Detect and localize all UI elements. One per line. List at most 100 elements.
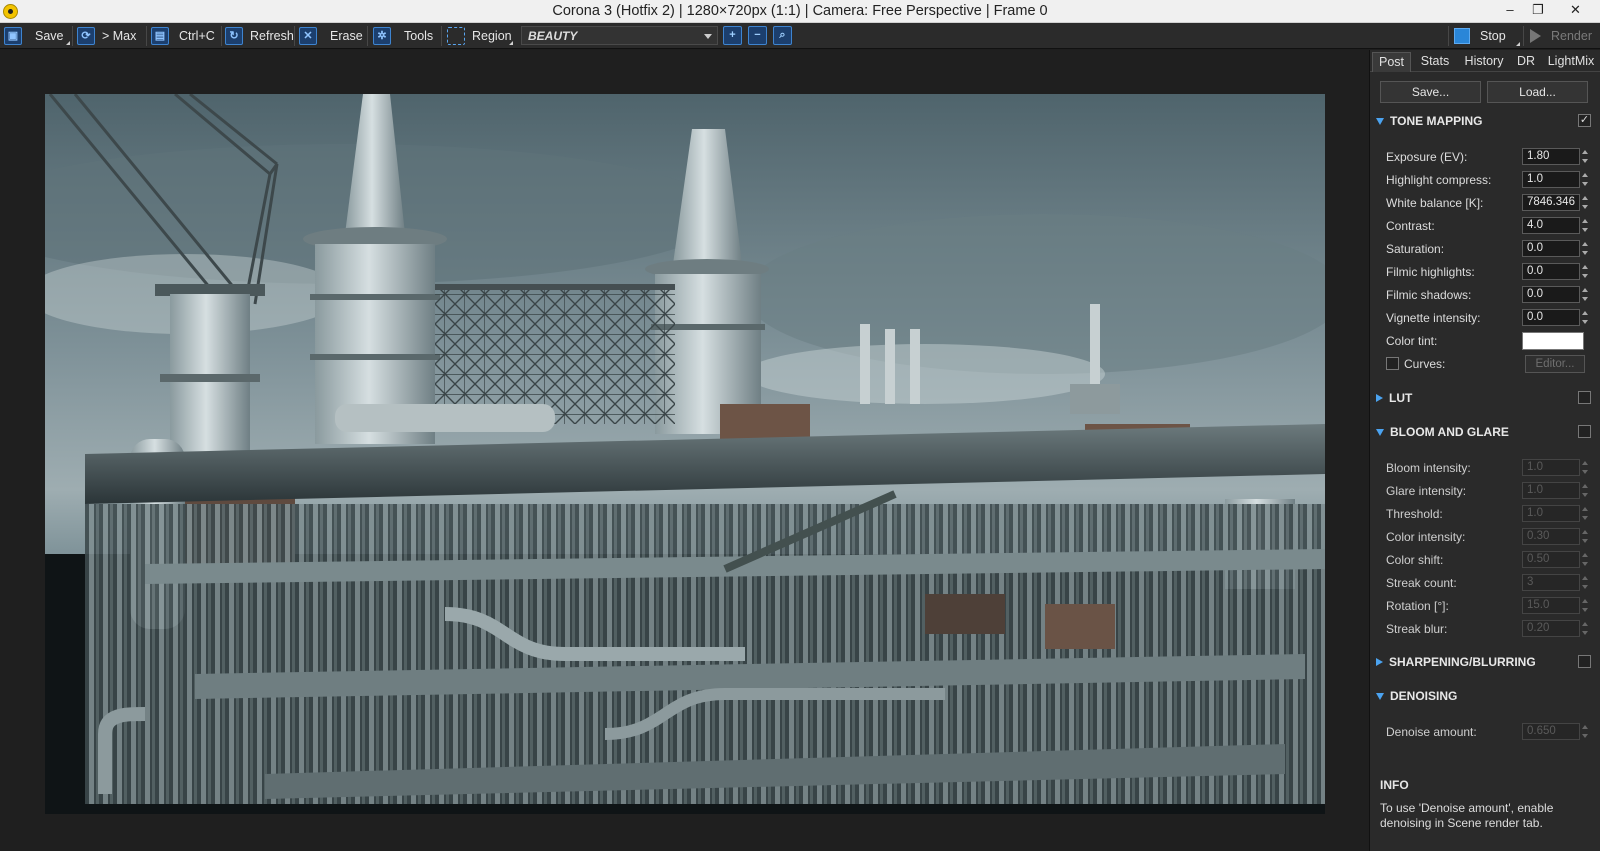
erase-icon: ✕ [299, 27, 317, 45]
color-shift-input[interactable]: 0.50 [1522, 551, 1580, 568]
curves-editor-button[interactable]: Editor... [1525, 355, 1585, 373]
spinner-arrows-icon[interactable] [1581, 460, 1589, 476]
post-panel: Post Stats History DR LightMix Save... L… [1369, 50, 1600, 851]
rotation-row: Rotation [°]: 15.0 [1386, 597, 1591, 615]
tab-dr[interactable]: DR [1512, 52, 1540, 72]
render-viewport[interactable] [0, 50, 1369, 851]
spinner-arrows-icon[interactable] [1581, 483, 1589, 499]
tab-post[interactable]: Post [1372, 52, 1411, 72]
tab-lightmix[interactable]: LightMix [1542, 52, 1600, 72]
filmic-highlights-row: Filmic highlights: 0.0 [1386, 263, 1591, 281]
field-label: Color intensity: [1386, 530, 1466, 544]
streak-blur-input[interactable]: 0.20 [1522, 620, 1580, 637]
rendered-image [45, 94, 1325, 814]
spinner-arrows-icon[interactable] [1581, 598, 1589, 614]
threshold-input[interactable]: 1.0 [1522, 505, 1580, 522]
glare-intensity-input[interactable]: 1.0 [1522, 482, 1580, 499]
tab-history[interactable]: History [1458, 52, 1510, 72]
spinner-arrows-icon[interactable] [1581, 575, 1589, 591]
tab-stats[interactable]: Stats [1414, 52, 1456, 72]
curves-checkbox[interactable] [1386, 357, 1399, 370]
toolbar-separator [1448, 26, 1449, 46]
glare-intensity-row: Glare intensity: 1.0 [1386, 482, 1591, 500]
render-button[interactable]: Render [1530, 25, 1592, 47]
save-dropdown-corner[interactable] [66, 41, 70, 45]
denoise-amount-input[interactable]: 0.650 [1522, 723, 1580, 740]
zoom-in-button[interactable]: + [723, 26, 742, 45]
stop-button[interactable]: Stop [1454, 25, 1506, 47]
minimize-button[interactable]: – [1496, 0, 1524, 22]
rendered-image-art [45, 94, 1325, 814]
sharpening-section-header[interactable]: SHARPENING/BLURRING [1376, 653, 1536, 671]
toolbar-separator [367, 26, 368, 46]
spinner-arrows-icon[interactable] [1581, 621, 1589, 637]
lut-section-header[interactable]: LUT [1376, 389, 1412, 407]
color-intensity-input[interactable]: 0.30 [1522, 528, 1580, 545]
zoom-out-button[interactable]: − [748, 26, 767, 45]
spinner-arrows-icon[interactable] [1581, 195, 1589, 211]
bloom-glare-section-header[interactable]: BLOOM AND GLARE [1376, 423, 1509, 441]
filmic-highlights-input[interactable]: 0.0 [1522, 263, 1580, 280]
spinner-arrows-icon[interactable] [1581, 529, 1589, 545]
color-tint-swatch[interactable] [1522, 332, 1584, 350]
exposure-row: Exposure (EV): 1.80 [1386, 148, 1591, 166]
contrast-input[interactable]: 4.0 [1522, 217, 1580, 234]
region-button[interactable]: Region [447, 25, 512, 47]
streak-count-input[interactable]: 3 [1522, 574, 1580, 591]
gear-icon: ✲ [373, 27, 391, 45]
highlight-compress-input[interactable]: 1.0 [1522, 171, 1580, 188]
filmic-shadows-input[interactable]: 0.0 [1522, 286, 1580, 303]
restore-button[interactable]: ❐ [1524, 0, 1552, 22]
region-label: Region [472, 29, 512, 43]
spinner-arrows-icon[interactable] [1581, 149, 1589, 165]
bloom-glare-enable-checkbox[interactable] [1578, 425, 1591, 438]
rotation-input[interactable]: 15.0 [1522, 597, 1580, 614]
spinner-arrows-icon[interactable] [1581, 241, 1589, 257]
color-shift-row: Color shift: 0.50 [1386, 551, 1591, 569]
info-title: INFO [1380, 778, 1409, 792]
toolbar-separator [1523, 26, 1524, 46]
white-balance-input[interactable]: 7846.346 [1522, 194, 1580, 211]
spinner-arrows-icon[interactable] [1581, 287, 1589, 303]
spinner-arrows-icon[interactable] [1581, 264, 1589, 280]
spinner-arrows-icon[interactable] [1581, 506, 1589, 522]
erase-button[interactable]: ✕ Erase [299, 25, 363, 47]
toolbar-separator [441, 26, 442, 46]
contrast-row: Contrast: 4.0 [1386, 217, 1591, 235]
close-button[interactable]: ✕ [1553, 0, 1598, 22]
spinner-arrows-icon[interactable] [1581, 552, 1589, 568]
save-preset-button[interactable]: Save... [1380, 81, 1481, 103]
tools-label: Tools [404, 29, 434, 43]
spinner-arrows-icon[interactable] [1581, 310, 1589, 326]
vignette-intensity-input[interactable]: 0.0 [1522, 309, 1580, 326]
tone-mapping-section-header[interactable]: TONE MAPPING [1376, 112, 1482, 130]
saturation-input[interactable]: 0.0 [1522, 240, 1580, 257]
toolbar: ▣ Save ⟳ > Max ▤ Ctrl+C ↻ Refresh ✕ Eras… [0, 23, 1600, 49]
stop-dropdown-corner[interactable] [1516, 42, 1520, 46]
spinner-arrows-icon[interactable] [1581, 172, 1589, 188]
zoom-fit-button[interactable]: ⌕ [773, 26, 792, 45]
spinner-arrows-icon[interactable] [1581, 218, 1589, 234]
sharpening-enable-checkbox[interactable] [1578, 655, 1591, 668]
refresh-button[interactable]: ↻ Refresh [225, 25, 294, 47]
send-to-max-button[interactable]: ⟳ > Max [77, 25, 136, 47]
region-dropdown-corner[interactable] [509, 41, 513, 45]
render-channel-select[interactable]: BEAUTY [521, 26, 718, 45]
curves-row: Curves: Editor... [1386, 355, 1591, 373]
copy-button[interactable]: ▤ Ctrl+C [151, 25, 215, 47]
load-preset-button[interactable]: Load... [1487, 81, 1588, 103]
max-icon: ⟳ [77, 27, 95, 45]
save-button[interactable]: ▣ Save [4, 25, 64, 47]
title-bar: Corona 3 (Hotfix 2) | 1280×720px (1:1) |… [0, 0, 1600, 23]
tone-mapping-enable-checkbox[interactable]: ✓ [1578, 114, 1591, 127]
bloom-intensity-input[interactable]: 1.0 [1522, 459, 1580, 476]
tools-button[interactable]: ✲ Tools [373, 25, 433, 47]
denoising-section-header[interactable]: DENOISING [1376, 687, 1457, 705]
expand-triangle-icon [1376, 394, 1383, 402]
zoom-in-icon: + [729, 29, 736, 41]
max-label: > Max [102, 29, 137, 43]
lut-enable-checkbox[interactable] [1578, 391, 1591, 404]
exposure-input[interactable]: 1.80 [1522, 148, 1580, 165]
field-label: Glare intensity: [1386, 484, 1467, 498]
spinner-arrows-icon[interactable] [1581, 724, 1589, 740]
